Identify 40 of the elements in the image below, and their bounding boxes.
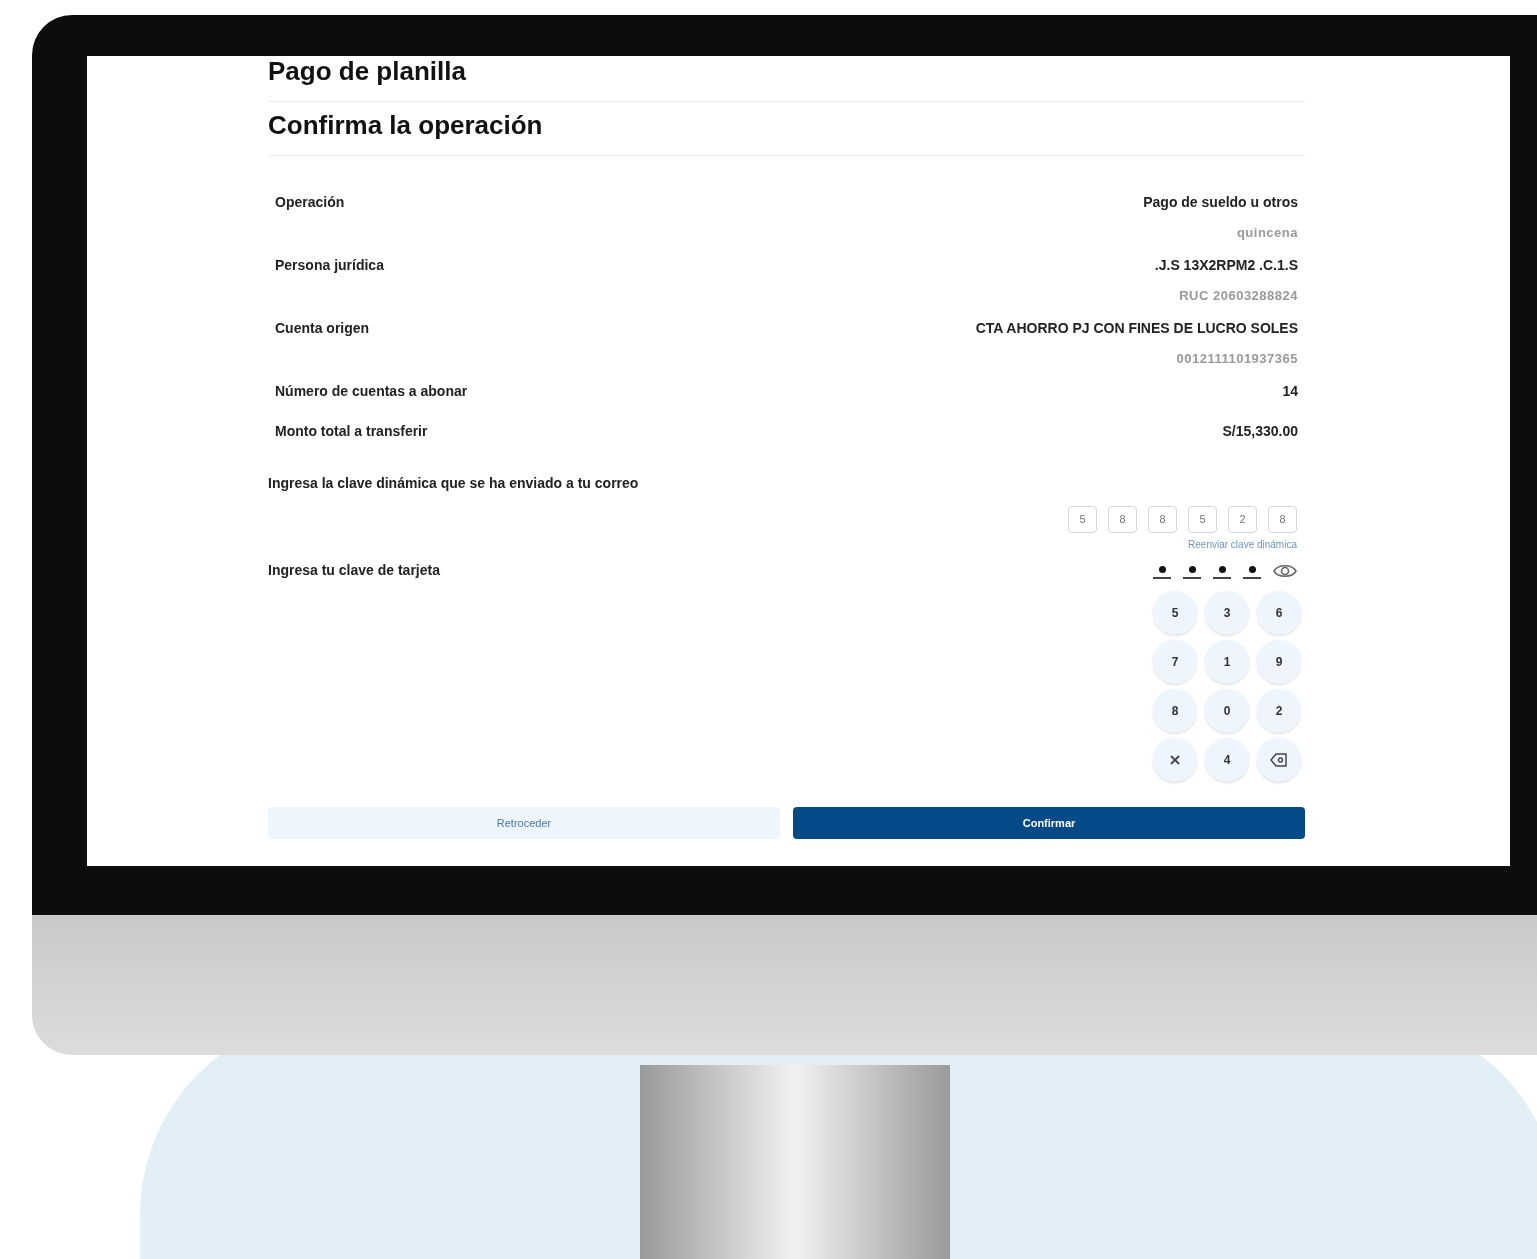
clear-key[interactable] xyxy=(1153,738,1197,782)
keypad-key[interactable]: 0 xyxy=(1205,689,1249,733)
detail-secondary: RUC 20603288824 xyxy=(1179,287,1298,305)
dynamic-key-prompt: Ingresa la clave dinámica que se ha enviado a tu correo xyxy=(268,474,640,493)
card-key-prompt: Ingresa tu clave de tarjeta xyxy=(268,561,440,580)
code-digit-field: 5 xyxy=(1068,506,1097,533)
detail-label: Monto total a transferir xyxy=(275,422,428,441)
keypad-key[interactable]: 7 xyxy=(1153,640,1197,684)
keypad-key[interactable]: 3 xyxy=(1205,591,1249,635)
code-digit-field: 8 xyxy=(1148,506,1177,533)
keypad-key[interactable]: 9 xyxy=(1257,640,1301,684)
confirm-button[interactable]: Confirmar xyxy=(793,807,1305,839)
keypad-key[interactable]: 5 xyxy=(1153,591,1197,635)
code-digit-field: 5 xyxy=(1188,506,1217,533)
detail-value: Pago de sueldo u otros xyxy=(1143,193,1298,212)
detail-value: .J.S 13X2RPM2 .C.1.S xyxy=(1154,256,1298,275)
keypad-key[interactable]: 8 xyxy=(1153,689,1197,733)
keypad-key[interactable]: 1 xyxy=(1205,640,1249,684)
close-icon xyxy=(1169,754,1181,766)
backspace-icon xyxy=(1270,753,1288,767)
detail-value: 14 xyxy=(1282,382,1298,401)
detail-secondary: 0012111101937365 xyxy=(1176,350,1298,368)
detail-label: Cuenta origen xyxy=(275,319,370,338)
detail-label: Número de cuentas a abonar xyxy=(275,382,468,401)
code-digit-field: 8 xyxy=(1108,506,1137,533)
code-digit-field: 8 xyxy=(1268,506,1297,533)
keypad-key[interactable]: 6 xyxy=(1257,591,1301,635)
detail-label: Persona jurídica xyxy=(275,256,384,275)
eye-icon[interactable] xyxy=(1273,562,1297,579)
detail-value: CTA AHORRO PJ CON FINES DE LUCRO SOLES xyxy=(975,319,1298,338)
keypad-key[interactable]: 4 xyxy=(1205,738,1249,782)
detail-secondary: quincena xyxy=(1236,224,1298,242)
code-digit-field: 2 xyxy=(1228,506,1257,533)
detail-label: Operación xyxy=(275,193,345,212)
keypad-key[interactable]: 2 xyxy=(1257,689,1301,733)
section-title: Confirma la operación xyxy=(268,109,543,142)
back-button[interactable]: Retroceder xyxy=(268,807,780,839)
detail-value: S/15,330.00 xyxy=(1222,422,1298,441)
page-title: Pago de planilla xyxy=(268,55,466,88)
backspace-key[interactable] xyxy=(1257,738,1301,782)
